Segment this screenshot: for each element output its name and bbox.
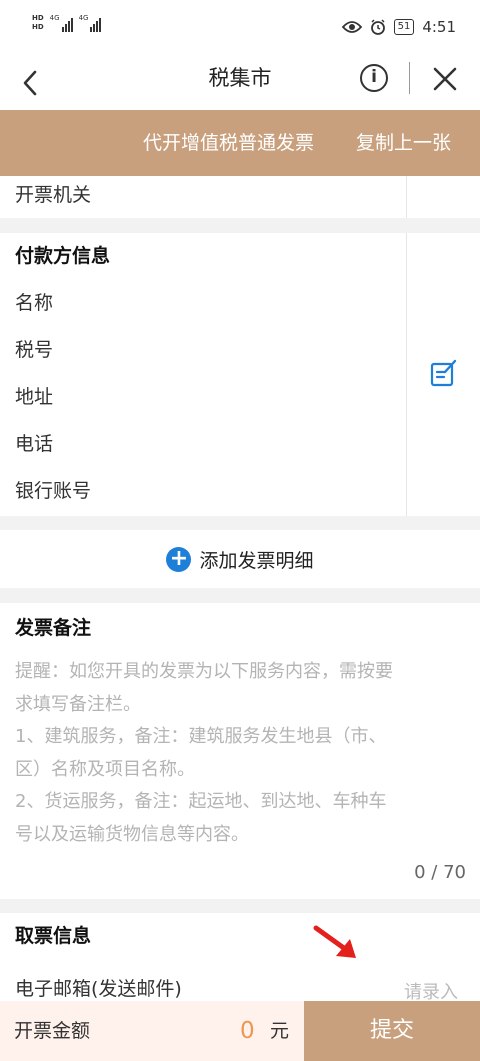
battery-icon: 51 [393, 19, 415, 35]
action-bar: 代开增值税普通发票 复制上一张 [0, 110, 480, 176]
column-divider [406, 176, 407, 218]
remarks-hint-line: 提醒：如您开具的发票为以下服务内容，需按要 [15, 661, 393, 682]
amount-unit: 元 [270, 1020, 290, 1042]
remarks-char-counter: 0 / 70 [414, 862, 466, 883]
plus-icon: + [166, 546, 192, 572]
remarks-textarea[interactable]: 提醒：如您开具的发票为以下服务内容，需按要 求填写备注栏。 1、建筑服务，备注：… [15, 656, 470, 852]
payer-field-bank-account[interactable]: 银行账号 [15, 478, 91, 504]
red-arrow-icon [313, 925, 356, 958]
sim-indicators: HD HD [32, 14, 44, 32]
remarks-hint-line: 区）名称及项目名称。 [15, 758, 195, 780]
edit-icon[interactable] [429, 358, 459, 388]
payer-field-name[interactable]: 名称 [15, 290, 53, 316]
payer-field-address[interactable]: 地址 [15, 384, 53, 410]
copy-last-button[interactable]: 复制上一张 [356, 110, 451, 176]
close-icon [433, 67, 457, 91]
sim2-label: HD [32, 23, 44, 31]
net1-label: 4G [49, 14, 60, 22]
payer-section-title: 付款方信息 [15, 245, 111, 267]
close-button[interactable] [428, 62, 462, 96]
status-bar: HD HD 4G 4G 51 4:51 [0, 0, 480, 56]
alarm-icon [370, 19, 385, 35]
payer-card: 付款方信息 名称 税号 地址 电话 银行账号 [0, 233, 480, 516]
column-divider [406, 233, 407, 516]
net2-label: 4G [78, 14, 89, 22]
clock: 4:51 [422, 18, 456, 36]
submit-button[interactable]: 提交 [304, 1001, 480, 1061]
nav-divider [409, 62, 410, 94]
add-invoice-detail-label: 添加发票明细 [199, 549, 314, 572]
signal-icon-2: 4G [79, 14, 102, 32]
pickup-section-title: 取票信息 [15, 925, 92, 947]
payer-field-tax-id[interactable]: 税号 [15, 337, 53, 363]
amount-value: 0 [240, 1018, 255, 1044]
remarks-hint-line: 求填写备注栏。 [15, 693, 141, 715]
remarks-hint-line: 2、货运服务，备注：起运地、到达地、车种车 [15, 791, 387, 813]
eye-icon [341, 21, 362, 33]
info-icon[interactable]: i [360, 64, 388, 92]
sim1-label: HD [32, 14, 44, 22]
page-title: 税集市 [208, 66, 272, 90]
issuing-authority-label[interactable]: 开票机关 [15, 182, 91, 208]
remarks-hint-line: 号以及运输货物信息等内容。 [15, 823, 249, 845]
invoice-type-button[interactable]: 代开增值税普通发票 [143, 110, 314, 176]
remarks-hint-line: 1、建筑服务，备注：建筑服务发生地县（市、 [15, 726, 387, 748]
amount-label: 开票金额 [14, 1020, 91, 1042]
issuing-authority-card: 开票机关 [0, 176, 480, 218]
nav-bar: 税集市 i [0, 56, 480, 110]
payer-field-phone[interactable]: 电话 [15, 431, 53, 457]
remarks-section-title: 发票备注 [15, 617, 92, 639]
status-right: 51 4:51 [341, 18, 456, 36]
signal-icon-1: 4G [50, 14, 73, 32]
status-left: HD HD 4G 4G [32, 14, 102, 32]
add-invoice-detail-button[interactable]: + 添加发票明细 [0, 530, 480, 588]
email-label: 电子邮箱(发送邮件) [15, 978, 182, 1000]
